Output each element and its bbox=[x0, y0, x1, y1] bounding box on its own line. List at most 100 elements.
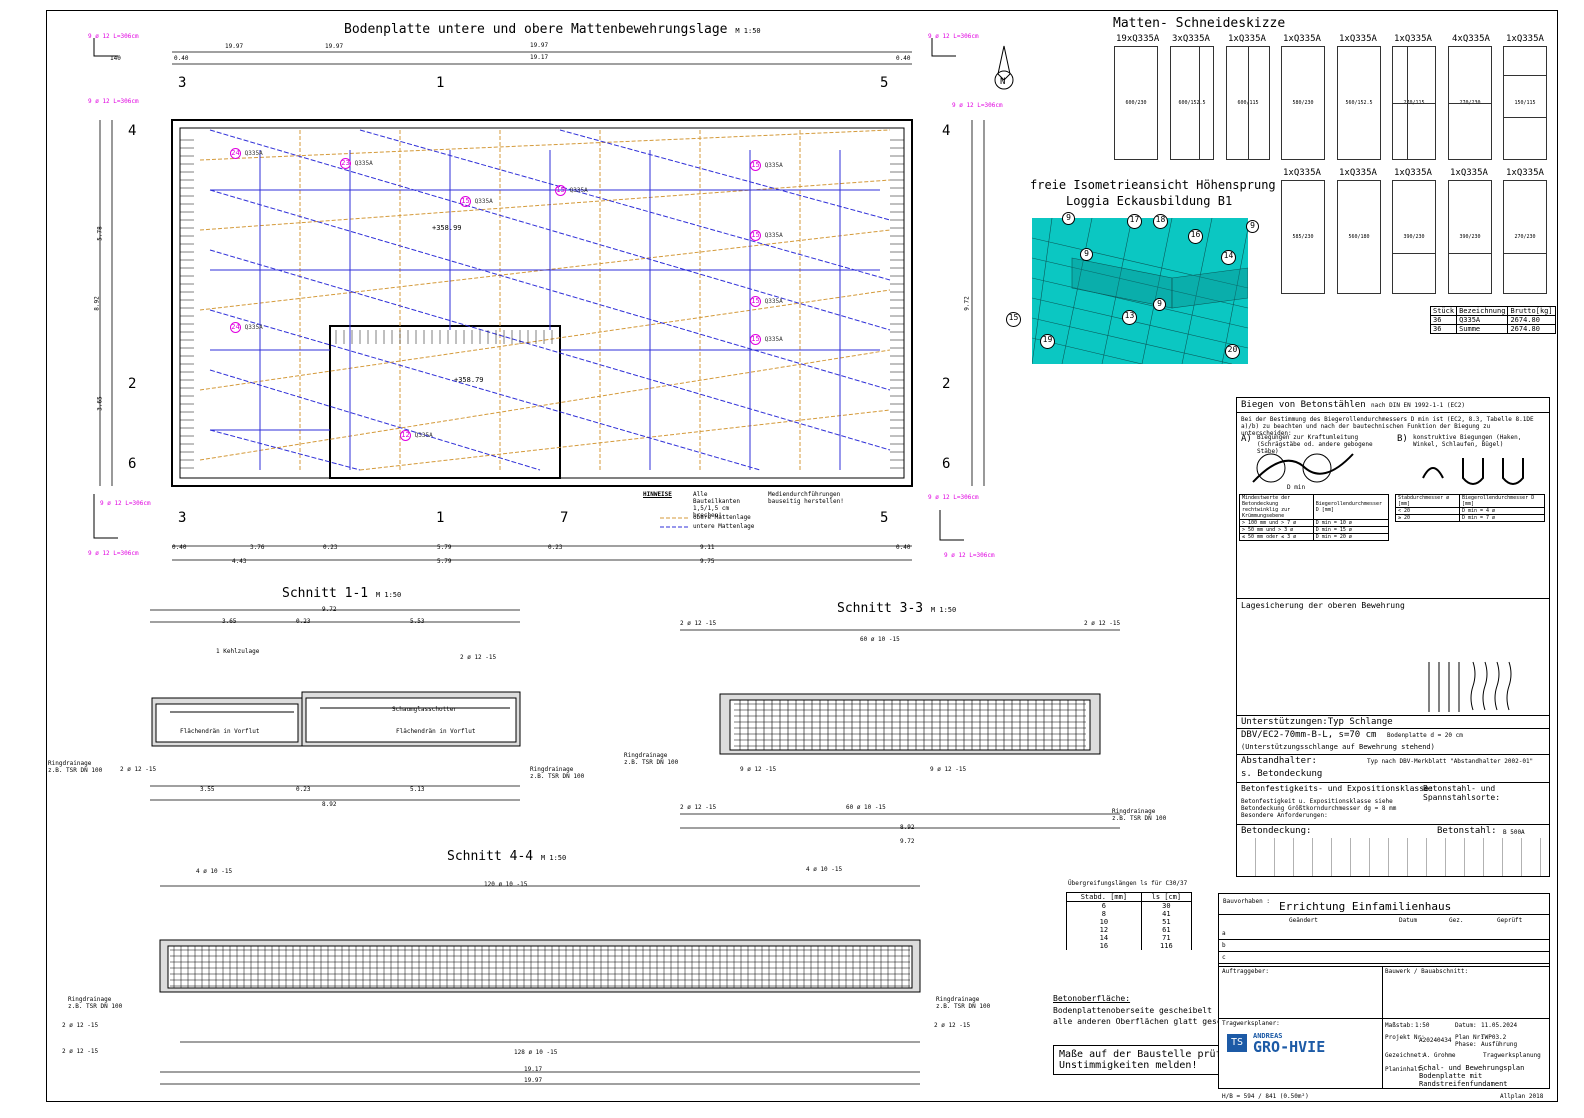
section-label: Ringdrainage z.B. TSR DN 100 bbox=[48, 760, 103, 774]
plan-dim-bottom: 5.79 bbox=[437, 544, 452, 551]
corner-bar-label: 9 ø 12 L=306cm bbox=[944, 552, 995, 559]
bauwerk-label: Bauwerk / Bauabschnitt: bbox=[1385, 968, 1469, 975]
overlap-title: Übergreifungslängen ls für C30/37 bbox=[1068, 880, 1188, 887]
plan-dim-left-1: 5.78 bbox=[96, 226, 104, 241]
warning-line2: Unstimmigkeiten melden! bbox=[1059, 1060, 1198, 1071]
iso-marker: 18 bbox=[1153, 214, 1168, 229]
bending-a-label: A) bbox=[1241, 434, 1252, 444]
iso-view bbox=[1032, 218, 1248, 364]
surface-title: Betonoberfläche: bbox=[1053, 994, 1131, 1003]
betonstahl-label: Betonstahl: bbox=[1437, 826, 1497, 836]
bar-label: 2 ø 12 -15 bbox=[120, 766, 157, 773]
iso-marker: 19 bbox=[1040, 334, 1055, 349]
section-label: Flächendrän in Vorflut bbox=[396, 728, 476, 735]
footer-size: H/B = 594 / 841 (0.50m²) bbox=[1222, 1093, 1309, 1100]
surface-line2: alle anderen Oberflächen glatt geschalt bbox=[1053, 1017, 1241, 1026]
iso-marker: 9 bbox=[1080, 248, 1093, 261]
tb-col: Geprüft bbox=[1497, 917, 1523, 924]
plan-dim-040-right: 0.40 bbox=[896, 55, 911, 62]
iso-marker: 13 bbox=[1122, 310, 1137, 325]
mat-sheet: 270/115 bbox=[1392, 46, 1436, 160]
corner-bar-label: 9 ø 12 L=306cm bbox=[928, 494, 979, 501]
tb-row: b bbox=[1222, 942, 1226, 949]
s11-dim-bottom: 3.55 bbox=[200, 786, 215, 793]
section-label: Schaumglasschotter bbox=[392, 706, 458, 713]
plan-drawing: 315 426 426 3175 N bbox=[93, 38, 1014, 561]
section-label: 1 Kehlzulage bbox=[216, 648, 260, 655]
weight-table: Stück Bezeichnung Brutto[kg] 36 Q335A 2674.8… bbox=[1429, 306, 1556, 334]
bar-label: 9 ø 12 -15 bbox=[740, 766, 777, 773]
corner-bar-br bbox=[939, 510, 964, 541]
company-logo-icon: TS bbox=[1227, 1034, 1247, 1052]
bar-label: 2 ø 12 -15 bbox=[934, 1022, 971, 1029]
section-label: Ringdrainage z.B. TSR DN 100 bbox=[936, 996, 991, 1010]
iso-marker: 17 bbox=[1127, 214, 1142, 229]
plan-dim-bottom: 4.43 bbox=[232, 558, 247, 565]
mesh-label: 15 Q335A bbox=[750, 334, 783, 345]
mat-header: 1xQ335A bbox=[1283, 168, 1321, 178]
section-label: Flächendrän in Vorflut bbox=[180, 728, 260, 735]
company-logo: TS ANDREAS GRO-HVIE bbox=[1227, 1032, 1367, 1056]
iso-marker: 9 bbox=[1246, 220, 1259, 233]
hinweise-title: HINWEISE bbox=[643, 491, 672, 498]
svg-text:1: 1 bbox=[436, 75, 444, 91]
tragwerk: Tragwerksplanung bbox=[1483, 1052, 1541, 1059]
plan-dim-right-total: 9.72 bbox=[963, 296, 971, 311]
s11-dim: 3.65 bbox=[222, 618, 237, 625]
mat-header: 1xQ335A bbox=[1228, 34, 1266, 44]
corner-bar-label: 9 ø 12 L=306cm bbox=[88, 98, 139, 105]
bending-title: Biegen von Betonstählen nach DIN EN 1992… bbox=[1241, 400, 1465, 410]
betondeckung-ref: s. Betondeckung bbox=[1241, 769, 1323, 779]
bar-label: 4 ø 10 -15 bbox=[196, 868, 233, 875]
klasse-label: Betonfestigkeits- und Expositionsklasse: bbox=[1241, 784, 1434, 793]
tragwerksplaner-label: Tragwerksplaner: bbox=[1222, 1020, 1280, 1027]
unterstuetzung: Unterstützungen:Typ Schlange bbox=[1241, 717, 1393, 727]
legend-upper: obere Mattenlage bbox=[693, 514, 751, 521]
unterstuetzung-note: (Unterstützungsschlange auf Bewehrung st… bbox=[1241, 743, 1435, 751]
mat-sheet: 585/230 bbox=[1281, 180, 1325, 294]
bar-label: 2 ø 12 -15 bbox=[460, 654, 497, 661]
revision-rows bbox=[1219, 928, 1549, 964]
bar-label: 2 ø 12 -15 bbox=[62, 1022, 99, 1029]
mesh-label: 15 Q335A bbox=[750, 160, 783, 171]
tb-col: Geändert bbox=[1289, 917, 1318, 924]
svg-text:2: 2 bbox=[942, 376, 950, 392]
abstandhalter: Abstandhalter: bbox=[1241, 756, 1317, 766]
svg-text:6: 6 bbox=[942, 456, 950, 472]
elevation-lower: +358.79 bbox=[454, 376, 484, 384]
mat-header: 1xQ335A bbox=[1506, 168, 1544, 178]
bending-table-b: Stabdurchmesser ø [mm] Biegerollendurchme… bbox=[1395, 494, 1546, 522]
iso-marker: 15 bbox=[1006, 312, 1021, 327]
mesh-label: 24 Q335A bbox=[230, 322, 263, 333]
svg-text:4: 4 bbox=[942, 123, 950, 139]
bar-label: 60 ø 10 -15 bbox=[846, 804, 886, 811]
corner-bar-label: 9 ø 12 L=306cm bbox=[928, 33, 979, 40]
betonstahl-sorte-label: Betonstahl- und Spannstahlsorte: bbox=[1423, 784, 1501, 802]
s33-total: 9.72 bbox=[900, 838, 915, 845]
bar-label: 60 ø 10 -15 bbox=[860, 636, 900, 643]
mat-sheet: 150/115 bbox=[1503, 46, 1547, 160]
plan-dim-bottom: 0.40 bbox=[896, 544, 911, 551]
surface-line1: Bodenplattenoberseite gescheibelt bbox=[1053, 1006, 1212, 1015]
mesh-label: 23 Q335A bbox=[340, 158, 373, 169]
planinhalt: Schal- und Bewehrungsplan Bodenplatte mi… bbox=[1419, 1064, 1525, 1088]
betondeckung-label: Betondeckung: bbox=[1241, 826, 1312, 836]
bar-label: 4 ø 10 -15 bbox=[806, 866, 843, 873]
mesh-label: 15 Q335A bbox=[750, 230, 783, 241]
s11-dim: 0.23 bbox=[296, 618, 311, 625]
cutting-title: Matten- Schneideskizze bbox=[1113, 16, 1286, 31]
projekt: A20240434 bbox=[1419, 1037, 1452, 1044]
corner-bar-tl bbox=[93, 38, 118, 57]
s11-dim-bottom: 5.13 bbox=[410, 786, 425, 793]
datum: 11.05.2024 bbox=[1481, 1022, 1518, 1029]
chair-support-icon bbox=[1428, 661, 1512, 712]
section-11-title: Schnitt 1-1 M 1:50 bbox=[282, 586, 402, 601]
tb-col: Datum bbox=[1399, 917, 1418, 924]
title-block: Bauvorhaben : Errichtung Einfamilienhaus… bbox=[1218, 893, 1550, 1089]
plan-dim-bottom: 0.23 bbox=[548, 544, 563, 551]
corner-bar-label: 9 ø 12 L=306cm bbox=[88, 550, 139, 557]
s11-dim: 5.53 bbox=[410, 618, 425, 625]
legend-lower: untere Mattenlage bbox=[693, 523, 755, 530]
mat-sheet: 270/230 bbox=[1448, 46, 1492, 160]
bending-b-text: konstruktive Biegungen (Haken, Winkel, S… bbox=[1413, 434, 1522, 448]
